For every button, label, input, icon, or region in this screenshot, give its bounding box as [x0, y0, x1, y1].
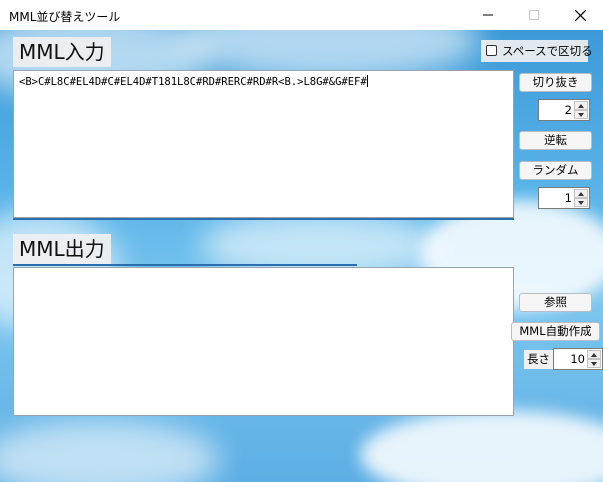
chevron-up-icon [591, 352, 597, 357]
output-heading: MML出力 [13, 234, 111, 264]
auto-mml-button[interactable]: MML自動作成 [511, 322, 600, 341]
length-spinner[interactable]: 10 [553, 348, 603, 370]
mml-output-textarea[interactable] [13, 267, 514, 416]
input-heading: MML入力 [13, 37, 111, 67]
browse-button[interactable]: 参照 [519, 293, 592, 312]
output-heading-underline [13, 264, 357, 266]
minimize-icon [483, 14, 493, 16]
space-split-checkbox[interactable] [486, 45, 497, 56]
space-split-checkbox-group[interactable]: スペースで区切る [481, 40, 593, 62]
maximize-button[interactable] [511, 0, 557, 30]
spinner-down-button[interactable] [574, 110, 588, 119]
client-area: MML入力 スペースで区切る <B>C#L8C#EL4D#C#EL4D#T181… [0, 30, 603, 482]
reverse-button[interactable]: 逆転 [519, 131, 592, 150]
spinner-down-button[interactable] [574, 198, 588, 207]
space-split-label: スペースで区切る [502, 44, 593, 58]
background-cloud [0, 420, 220, 482]
chevron-up-icon [578, 191, 584, 196]
cut-spinner-arrows [574, 101, 588, 119]
length-spinner-arrows [587, 350, 601, 368]
chevron-down-icon [578, 112, 584, 117]
random-spinner-value: 1 [564, 191, 572, 205]
app-window: MML並び替えツール MML入力 スペースで区切る <B>C#L8C#EL4D#… [0, 0, 603, 482]
cut-spinner[interactable]: 2 [538, 99, 590, 121]
random-button[interactable]: ランダム [519, 161, 592, 180]
random-spinner[interactable]: 1 [538, 187, 590, 209]
cut-spinner-value: 2 [564, 103, 572, 117]
title-bar: MML並び替えツール [0, 0, 603, 30]
mml-input-value: <B>C#L8C#EL4D#C#EL4D#T181L8C#RD#RERC#RD#… [19, 76, 367, 88]
maximize-icon [529, 10, 539, 20]
minimize-button[interactable] [465, 0, 511, 30]
close-button[interactable] [557, 0, 603, 30]
input-underline [13, 218, 514, 220]
cut-button[interactable]: 切り抜き [519, 73, 592, 92]
length-label: 長さ [524, 350, 553, 369]
chevron-down-icon [578, 200, 584, 205]
mml-input-textarea[interactable]: <B>C#L8C#EL4D#C#EL4D#T181L8C#RD#RERC#RD#… [13, 70, 514, 218]
close-icon [574, 9, 586, 21]
mml-input-text: <B>C#L8C#EL4D#C#EL4D#T181L8C#RD#RERC#RD#… [19, 75, 368, 88]
window-title: MML並び替えツール [9, 10, 121, 24]
spinner-down-button[interactable] [587, 359, 601, 368]
length-spinner-value: 10 [570, 352, 585, 366]
spinner-up-button[interactable] [574, 101, 588, 110]
spinner-up-button[interactable] [574, 189, 588, 198]
text-caret [366, 75, 368, 87]
chevron-down-icon [591, 361, 597, 366]
chevron-up-icon [578, 103, 584, 108]
spinner-up-button[interactable] [587, 350, 601, 359]
random-spinner-arrows [574, 189, 588, 207]
background-cloud [360, 410, 603, 482]
